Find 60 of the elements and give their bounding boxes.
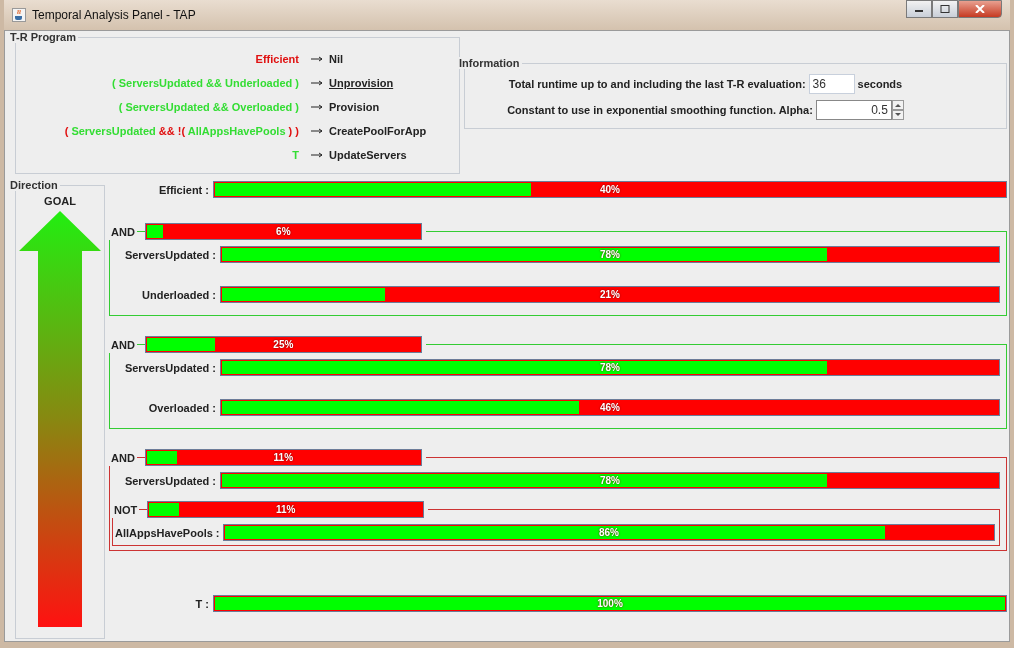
runtime-field[interactable]: 36	[808, 74, 855, 94]
panel-title: T-R Program	[8, 31, 78, 43]
unit-label: seconds	[857, 78, 903, 90]
bar-label: T :	[194, 597, 210, 610]
bar-percent: 21%	[599, 289, 621, 301]
maximize-button[interactable]	[932, 0, 958, 18]
bar-percent: 6%	[275, 226, 292, 238]
bar-label: Overloaded :	[147, 401, 217, 414]
bar-percent: 25%	[272, 339, 295, 351]
panel-title: Direction	[8, 179, 60, 191]
bar-percent: 40%	[599, 184, 621, 196]
rule-condition: ( ServersUpdated && Underloaded )	[111, 77, 299, 89]
bar-label: ServersUpdated :	[123, 248, 217, 261]
arrow-icon	[311, 128, 323, 134]
caret-up-icon	[894, 103, 901, 107]
bar-percent: 78%	[599, 362, 621, 374]
field-label: Total runtime up to and including the last T-R evaluation:	[508, 78, 806, 90]
spin-down-button[interactable]	[891, 110, 904, 120]
rule-condition: ( ServersUpdated && Overloaded )	[118, 101, 299, 113]
bar-label: ServersUpdated :	[123, 361, 217, 374]
bar-label: Efficient :	[157, 183, 210, 196]
caret-down-icon	[894, 113, 901, 117]
arrow-icon	[311, 80, 323, 86]
arrow-icon	[311, 56, 323, 62]
rule-condition: Efficient	[255, 53, 299, 65]
operator-label: AND	[111, 451, 135, 464]
maximize-icon	[940, 5, 950, 13]
bar-percent: 86%	[598, 527, 620, 539]
bar-label: Underloaded :	[141, 288, 217, 301]
up-arrow-icon	[19, 211, 101, 627]
alpha-field[interactable]: 0.5	[815, 100, 892, 120]
rule-action: Unprovision	[329, 77, 395, 89]
rule-action: Provision	[329, 101, 381, 113]
field-label: Constant to use in exponential smoothing function. Alpha:	[507, 104, 813, 116]
bar-percent: 46%	[599, 402, 621, 414]
bar-label: ServersUpdated :	[123, 474, 217, 487]
close-button[interactable]	[958, 0, 1002, 18]
operator-label: AND	[111, 225, 135, 238]
rule-action: UpdateServers	[329, 149, 408, 161]
bar-percent: 11%	[272, 452, 295, 464]
rule-condition: ( ServersUpdated && !( AllAppsHavePools ) )	[64, 125, 299, 137]
bar-percent: 78%	[599, 249, 621, 261]
arrow-icon	[311, 152, 323, 158]
goal-label: GOAL	[44, 195, 76, 207]
bar-label: AllAppsHavePools :	[115, 526, 221, 539]
spin-up-button[interactable]	[891, 100, 904, 110]
bar-percent: 78%	[599, 475, 621, 487]
rule-action: Nil	[329, 53, 345, 65]
cup-icon	[12, 8, 26, 22]
operator-label: AND	[111, 338, 135, 351]
bar-percent: 100%	[596, 598, 624, 610]
panel-title: Information	[457, 57, 522, 69]
arrow-icon	[311, 104, 323, 110]
rule-condition: T	[292, 149, 299, 161]
minimize-button[interactable]	[906, 0, 932, 18]
window-title: Temporal Analysis Panel - TAP	[32, 8, 196, 22]
operator-label: NOT	[114, 503, 138, 516]
bar-percent: 11%	[275, 504, 297, 516]
close-icon	[975, 5, 985, 13]
rule-action: CreatePoolForApp	[329, 125, 428, 137]
